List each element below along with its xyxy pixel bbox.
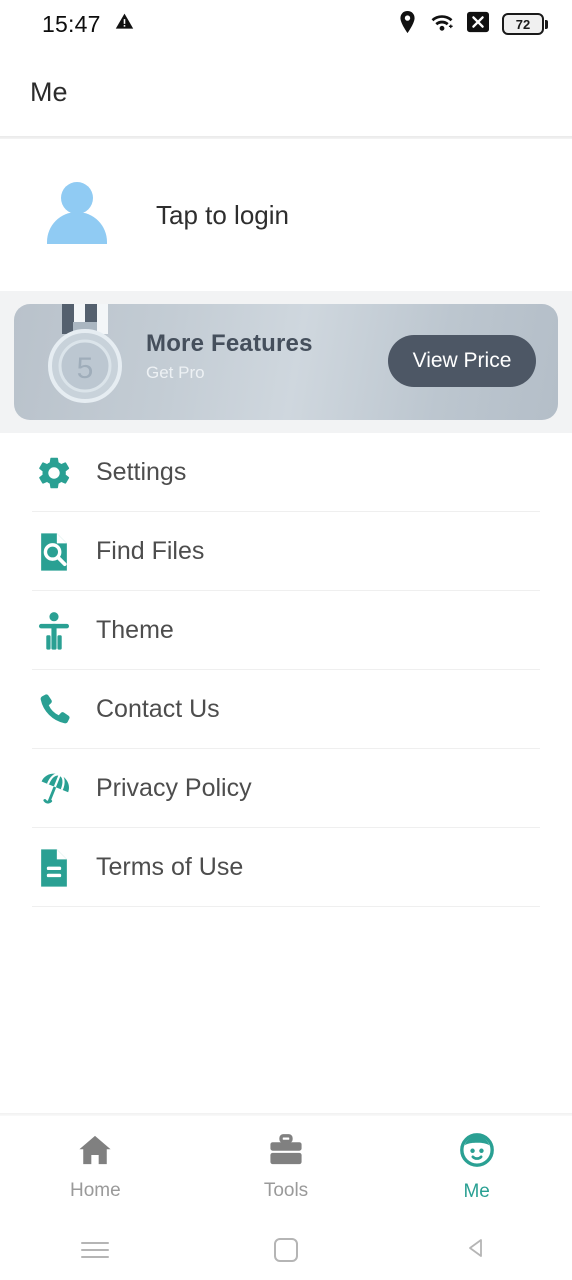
nav-tab-me[interactable]: Me — [381, 1116, 572, 1220]
location-pin-icon — [398, 10, 417, 38]
battery-icon: 72 — [502, 13, 548, 35]
android-system-nav — [0, 1220, 572, 1280]
warning-triangle-icon — [115, 12, 134, 36]
avatar-body — [47, 212, 107, 244]
menu-divider — [32, 906, 540, 907]
menu-label-terms-of-use: Terms of Use — [96, 853, 244, 881]
nav-tab-home[interactable]: Home — [0, 1116, 191, 1220]
menu-label-privacy-policy: Privacy Policy — [96, 774, 252, 802]
settings-menu-list: Settings Find Files Theme Contact Us Pri… — [0, 433, 572, 907]
phone-icon — [32, 691, 76, 729]
menu-item-theme[interactable]: Theme — [0, 591, 572, 670]
home-icon — [78, 1134, 112, 1171]
menu-lines-icon — [81, 1237, 110, 1263]
umbrella-icon — [32, 770, 76, 808]
avatar-head — [61, 182, 93, 214]
rounded-square-icon — [274, 1238, 298, 1262]
app-header: Me — [0, 48, 572, 136]
promo-card[interactable]: 5 More Features Get Pro View Price — [14, 304, 558, 420]
nav-label-me: Me — [463, 1181, 490, 1202]
menu-label-theme: Theme — [96, 616, 174, 644]
menu-item-terms-of-use[interactable]: Terms of Use — [0, 828, 572, 907]
phone-screen: 15:47 72 Me Tap to login 5 More Features… — [0, 0, 572, 1280]
status-bar-left: 15:47 — [42, 11, 134, 38]
menu-item-settings[interactable]: Settings — [0, 433, 572, 512]
tap-to-login-label: Tap to login — [156, 199, 289, 230]
content-spacer — [0, 907, 572, 1113]
menu-label-find-files: Find Files — [96, 537, 205, 565]
back-button[interactable] — [381, 1236, 572, 1265]
person-avatar-icon — [44, 182, 110, 248]
document-lines-icon — [32, 848, 76, 888]
file-search-icon — [32, 532, 76, 572]
menu-label-settings: Settings — [96, 458, 187, 486]
x-in-box-icon — [467, 11, 489, 38]
nav-label-home: Home — [69, 1180, 121, 1201]
status-bar-right: 72 — [398, 10, 548, 38]
nav-label-tools: Tools — [263, 1180, 309, 1201]
recents-button[interactable] — [0, 1237, 191, 1263]
menu-item-find-files[interactable]: Find Files — [0, 512, 572, 591]
bottom-navigation-bar: Home Tools Me — [0, 1116, 572, 1220]
home-button[interactable] — [191, 1238, 382, 1262]
status-bar: 15:47 72 — [0, 0, 572, 48]
battery-cap — [545, 19, 548, 29]
promo-title: More Features — [146, 330, 313, 357]
promo-subtitle: Get Pro — [146, 363, 205, 382]
accessibility-person-icon — [32, 611, 76, 651]
promo-text-group: More Features Get Pro — [146, 330, 313, 383]
nav-tab-tools[interactable]: Tools — [191, 1116, 382, 1220]
profile-login-row[interactable]: Tap to login — [0, 139, 572, 291]
back-triangle-icon — [465, 1236, 489, 1265]
menu-item-contact-us[interactable]: Contact Us — [0, 670, 572, 749]
page-title: Me — [30, 76, 68, 107]
gear-icon — [32, 454, 76, 492]
promo-banner-band: 5 More Features Get Pro View Price — [0, 291, 572, 433]
status-time: 15:47 — [42, 10, 101, 37]
medal-number-text: 5 — [77, 352, 94, 385]
medal-icon: 5 — [36, 304, 130, 406]
view-price-button[interactable]: View Price — [388, 335, 536, 387]
briefcase-icon — [269, 1134, 303, 1171]
menu-item-privacy-policy[interactable]: Privacy Policy — [0, 749, 572, 828]
menu-label-contact-us: Contact Us — [96, 695, 220, 723]
battery-level-text: 72 — [502, 13, 544, 35]
face-icon — [459, 1133, 495, 1172]
wifi-icon — [430, 11, 454, 37]
